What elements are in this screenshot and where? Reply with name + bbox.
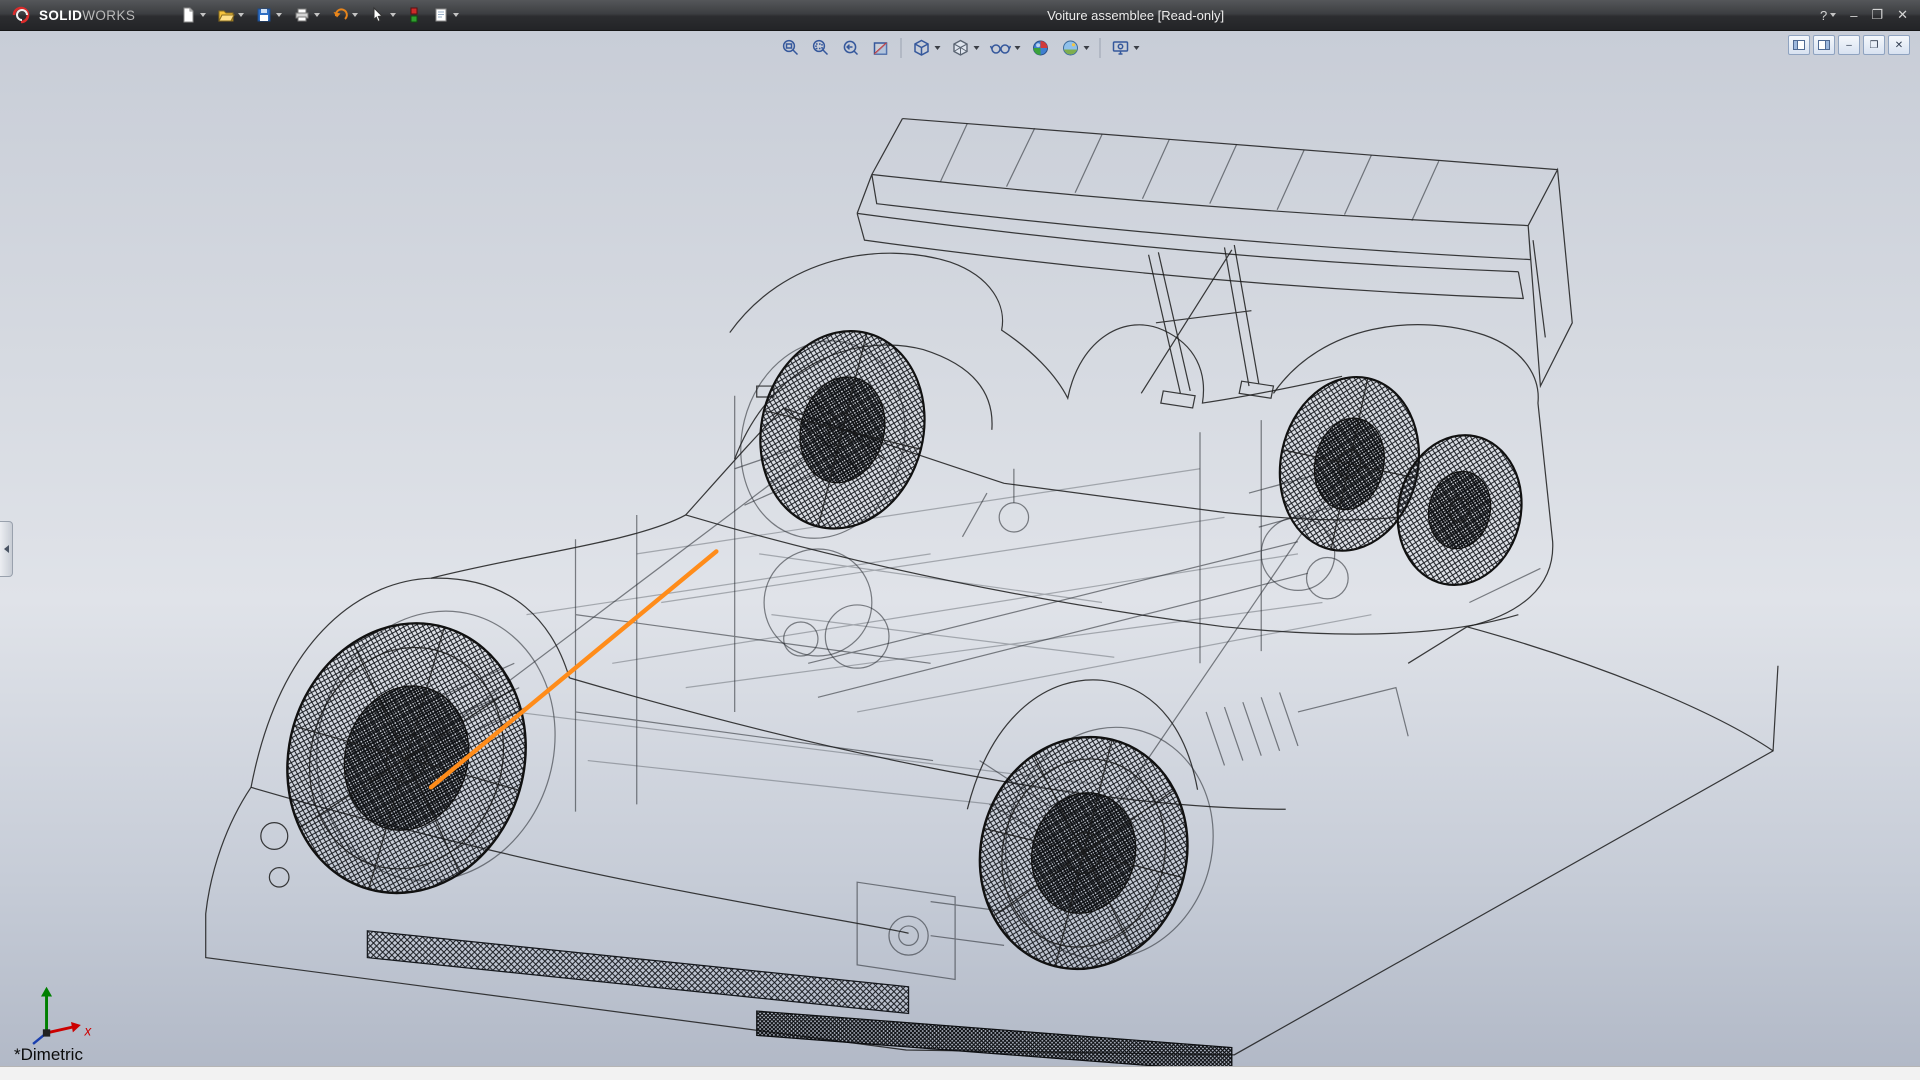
new-document-icon — [179, 6, 197, 24]
hud-separator — [1100, 38, 1101, 58]
headsup-view-toolbar — [777, 34, 1144, 61]
display-style-dropdown-caret[interactable] — [974, 46, 980, 50]
brand-text: SOLIDWORKS — [39, 8, 135, 23]
print-button[interactable] — [289, 3, 324, 27]
undo-icon — [331, 6, 349, 24]
hide-show-glasses-icon — [990, 38, 1012, 58]
section-view-icon — [871, 38, 891, 58]
feature-panel-collapse-tab[interactable] — [0, 521, 13, 577]
lower-floor-mesh — [757, 1011, 1232, 1067]
view-settings-button[interactable] — [1107, 34, 1144, 61]
new-button[interactable] — [175, 3, 210, 27]
file-properties-icon — [432, 6, 450, 24]
apply-scene-icon — [1061, 38, 1081, 58]
display-style-cube-icon — [951, 38, 971, 58]
solidworks-logo-icon — [10, 5, 32, 25]
edit-appearance-button[interactable] — [1027, 34, 1055, 61]
display-pane-icon — [1818, 40, 1830, 50]
section-view-button[interactable] — [867, 34, 895, 61]
close-button[interactable]: ✕ — [1897, 7, 1908, 23]
feature-pane-toggle-button[interactable] — [1788, 35, 1810, 55]
window-title: Voiture assemblee [Read-only] — [463, 8, 1808, 23]
triad-x-axis — [47, 1027, 74, 1033]
wheel-front-left — [256, 583, 587, 921]
undo-dropdown-caret[interactable] — [352, 13, 358, 17]
chevron-left-icon — [4, 545, 9, 553]
undo-button[interactable] — [327, 3, 362, 27]
select-dropdown-caret[interactable] — [390, 13, 396, 17]
zoom-to-area-button[interactable] — [807, 34, 835, 61]
document-minimize-button[interactable]: – — [1838, 35, 1860, 55]
graphics-viewport[interactable]: – ❐ ✕ — [0, 31, 1920, 1067]
view-orientation-dropdown-caret[interactable] — [935, 46, 941, 50]
feature-pane-icon — [1793, 40, 1805, 50]
print-dropdown-caret[interactable] — [314, 13, 320, 17]
select-button[interactable] — [365, 3, 400, 27]
apply-scene-dropdown-caret[interactable] — [1084, 46, 1090, 50]
triad-origin — [43, 1029, 50, 1036]
front-splitter-mesh — [367, 931, 908, 1014]
print-icon — [293, 6, 311, 24]
document-close-button[interactable]: ✕ — [1888, 35, 1910, 55]
hide-show-items-button[interactable] — [986, 34, 1025, 61]
minimize-button[interactable]: – — [1850, 8, 1857, 23]
apply-scene-button[interactable] — [1057, 34, 1094, 61]
triad-y-arrowhead — [41, 987, 52, 997]
open-dropdown-caret[interactable] — [238, 13, 244, 17]
hud-separator — [901, 38, 902, 58]
open-button[interactable] — [213, 3, 248, 27]
zoom-to-fit-button[interactable] — [777, 34, 805, 61]
view-orientation-button[interactable] — [908, 34, 945, 61]
select-cursor-icon — [369, 6, 387, 24]
edit-appearance-sphere-icon — [1031, 38, 1051, 58]
view-orientation-label: *Dimetric — [14, 1045, 83, 1065]
wireframe-car — [206, 119, 1778, 1067]
help-button[interactable]: ? — [1820, 8, 1836, 23]
help-label: ? — [1820, 8, 1827, 23]
rear-wing — [857, 119, 1572, 408]
new-dropdown-caret[interactable] — [200, 13, 206, 17]
rebuild-traffic-light-icon — [407, 6, 421, 24]
wheel-front-right — [720, 314, 945, 556]
view-settings-icon — [1111, 38, 1131, 58]
titlebar: SOLIDWORKS — [0, 0, 1920, 31]
hide-show-dropdown-caret[interactable] — [1015, 46, 1021, 50]
save-icon — [255, 6, 273, 24]
triad-x-label: x — [83, 1023, 92, 1038]
view-orientation-cube-icon — [912, 38, 932, 58]
save-button[interactable] — [251, 3, 286, 27]
brand-bold: SOLID — [39, 8, 82, 23]
wireframe-car-scene: x — [0, 31, 1920, 1067]
previous-view-button[interactable] — [837, 34, 865, 61]
reference-triad: x — [33, 987, 92, 1044]
help-dropdown-caret[interactable] — [1830, 13, 1836, 17]
file-properties-button[interactable] — [428, 3, 463, 27]
previous-view-icon — [841, 38, 861, 58]
zoom-to-area-icon — [811, 38, 831, 58]
brand-light: WORKS — [82, 8, 135, 23]
display-pane-toggle-button[interactable] — [1813, 35, 1835, 55]
display-style-button[interactable] — [947, 34, 984, 61]
main-toolbar — [175, 3, 463, 27]
triad-x-arrowhead — [71, 1022, 81, 1032]
view-settings-dropdown-caret[interactable] — [1134, 46, 1140, 50]
document-restore-button[interactable]: ❐ — [1863, 35, 1885, 55]
window-controls: ? – ❐ ✕ — [1808, 7, 1920, 23]
status-bar — [0, 1066, 1920, 1080]
zoom-to-fit-icon — [781, 38, 801, 58]
rebuild-button[interactable] — [403, 3, 425, 27]
app-logo: SOLIDWORKS — [0, 5, 145, 25]
open-folder-icon — [217, 6, 235, 24]
save-dropdown-caret[interactable] — [276, 13, 282, 17]
file-properties-dropdown-caret[interactable] — [453, 13, 459, 17]
maximize-button[interactable]: ❐ — [1871, 7, 1883, 23]
document-window-controls: – ❐ ✕ — [1788, 35, 1910, 55]
wheel-rear-left — [955, 705, 1237, 991]
